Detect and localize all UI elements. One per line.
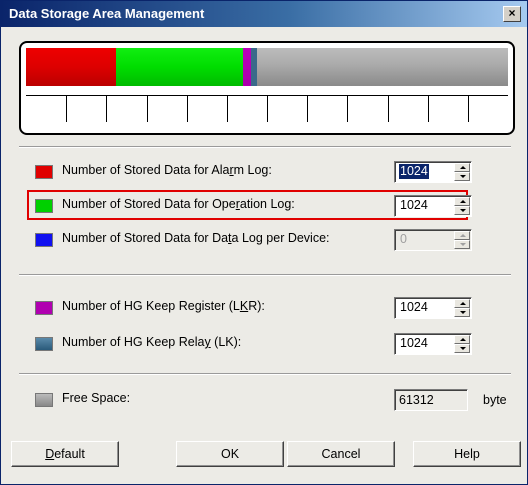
spin-up-icon[interactable] — [454, 299, 470, 308]
ruler-tick — [66, 96, 67, 122]
keep-relay-value[interactable]: 1024 — [399, 336, 429, 351]
spin-up-icon[interactable] — [454, 197, 470, 206]
free-space-segment — [257, 48, 508, 86]
keep-register-swatch — [35, 301, 53, 315]
ruler-tick — [468, 96, 469, 122]
close-icon: × — [508, 6, 516, 20]
free-space-unit: byte — [483, 393, 507, 407]
data-log-swatch — [35, 233, 53, 247]
ruler-tick — [106, 96, 107, 122]
keep-relay-swatch — [35, 337, 53, 351]
alarm-log-value[interactable]: 1024 — [399, 164, 429, 179]
operation-log-label: Number of Stored Data for Operation Log: — [62, 197, 295, 211]
usage-ruler — [26, 95, 508, 124]
divider — [19, 274, 511, 276]
keep-register-spinner[interactable]: 1024 — [394, 297, 472, 319]
keep-register-label: Number of HG Keep Register (LKR): — [62, 299, 265, 313]
data-log-label: Number of Stored Data for Data Log per D… — [62, 231, 330, 245]
keep-relay-label: Number of HG Keep Relay (LK): — [62, 335, 242, 349]
ruler-tick — [187, 96, 188, 122]
ruler-tick — [347, 96, 348, 122]
data-log-spinner[interactable]: 0 — [394, 229, 472, 251]
free-space-row: Free Space: — [35, 387, 235, 411]
alarm-log-swatch — [35, 165, 53, 179]
spin-down-icon[interactable] — [454, 172, 470, 181]
spin-down-icon[interactable] — [454, 344, 470, 353]
ruler-tick — [147, 96, 148, 122]
data-storage-dialog: Data Storage Area Management × Number of… — [0, 0, 528, 485]
free-space-field: 61312 — [394, 389, 468, 411]
spin-up-icon[interactable] — [454, 163, 470, 172]
operation-log-segment — [116, 48, 243, 86]
usage-segments — [26, 48, 508, 86]
title-bar: Data Storage Area Management × — [1, 1, 527, 27]
ruler-tick — [428, 96, 429, 122]
divider — [19, 373, 511, 375]
alarm-log-spinner[interactable]: 1024 — [394, 161, 472, 183]
default-button[interactable]: Default — [11, 441, 119, 467]
spin-down-icon[interactable] — [454, 308, 470, 317]
operation-log-swatch — [35, 199, 53, 213]
keep-register-value[interactable]: 1024 — [399, 300, 429, 315]
free-space-value: 61312 — [399, 393, 434, 407]
ruler-tick — [307, 96, 308, 122]
help-button[interactable]: Help — [413, 441, 521, 467]
storage-usage-bar — [19, 41, 515, 135]
window-title: Data Storage Area Management — [9, 6, 205, 21]
free-space-swatch — [35, 393, 53, 407]
alarm-log-segment — [26, 48, 116, 86]
operation-log-spinner[interactable]: 1024 — [394, 195, 472, 217]
spin-down-icon[interactable] — [454, 240, 470, 249]
spin-down-icon[interactable] — [454, 206, 470, 215]
alarm-log-label: Number of Stored Data for Alarm Log: — [62, 163, 272, 177]
ruler-tick — [388, 96, 389, 122]
free-space-label: Free Space: — [62, 391, 131, 405]
keep-relay-spinner[interactable]: 1024 — [394, 333, 472, 355]
ok-button[interactable]: OK — [176, 441, 284, 467]
divider — [19, 146, 511, 148]
keep-register-segment — [243, 48, 251, 86]
spin-up-icon[interactable] — [454, 335, 470, 344]
ruler-tick — [227, 96, 228, 122]
close-button[interactable]: × — [503, 6, 521, 22]
data-log-value[interactable]: 0 — [399, 232, 408, 247]
operation-log-value[interactable]: 1024 — [399, 198, 429, 213]
spin-up-icon[interactable] — [454, 231, 470, 240]
ruler-tick — [267, 96, 268, 122]
cancel-button[interactable]: Cancel — [287, 441, 395, 467]
